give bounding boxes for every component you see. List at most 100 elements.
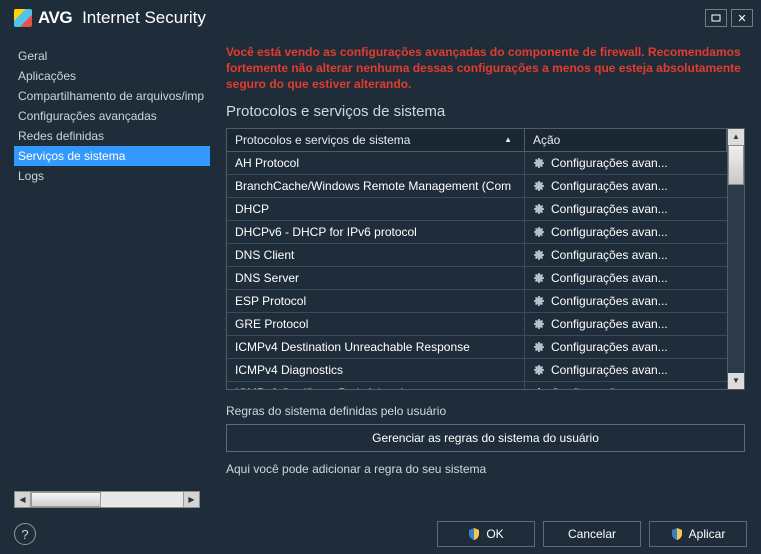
protocol-name-cell: AH Protocol	[227, 152, 525, 174]
action-cell[interactable]: Configurações avan...	[525, 313, 727, 335]
table-row[interactable]: ESP ProtocolConfigurações avan...	[227, 290, 727, 313]
sidebar-item[interactable]: Configurações avançadas	[14, 106, 210, 126]
protocol-name-cell: ICMPv6 Certificate Path Advertisement	[227, 382, 525, 389]
sidebar-item[interactable]: Geral	[14, 46, 210, 66]
action-cell[interactable]: Configurações avan...	[525, 152, 727, 174]
table-row[interactable]: AH Protocol Configurações avan...	[227, 152, 727, 175]
action-cell[interactable]: Configurações avan...	[525, 175, 727, 197]
gear-icon	[533, 180, 545, 192]
ok-button[interactable]: OK	[437, 521, 535, 547]
gear-icon	[533, 364, 545, 376]
scroll-thumb[interactable]	[728, 145, 744, 185]
action-label: Configurações avan...	[551, 248, 668, 262]
action-cell[interactable]: Configurações avan...	[525, 382, 727, 389]
sidebar-item[interactable]: Serviços de sistema	[14, 146, 210, 166]
minimize-button[interactable]	[705, 9, 727, 27]
protocol-name-cell: GRE Protocol	[227, 313, 525, 335]
product-name: Internet Security	[82, 8, 206, 28]
protocol-name-cell: DHCPv6 - DHCP for IPv6 protocol	[227, 221, 525, 243]
table-row[interactable]: DHCPv6 - DHCP for IPv6 protocol Configura…	[227, 221, 727, 244]
action-cell[interactable]: Configurações avan...	[525, 290, 727, 312]
sidebar-item[interactable]: Aplicações	[14, 66, 210, 86]
column-header-action[interactable]: Ação	[525, 129, 727, 151]
gear-icon	[533, 341, 545, 353]
action-label: Configurações avan...	[551, 363, 668, 377]
action-cell[interactable]: Configurações avan...	[525, 267, 727, 289]
protocol-name-cell: BranchCache/Windows Remote Management (C…	[227, 175, 525, 197]
sidebar-horizontal-scrollbar[interactable]: ◀ ▶	[14, 491, 200, 508]
sidebar-item[interactable]: Logs	[14, 166, 210, 186]
action-cell[interactable]: Configurações avan...	[525, 244, 727, 266]
gear-icon	[533, 295, 545, 307]
ok-label: OK	[486, 527, 503, 541]
column-header-label: Protocolos e serviços de sistema	[235, 133, 410, 147]
gear-icon	[533, 387, 545, 389]
gear-icon	[533, 226, 545, 238]
shield-icon	[671, 528, 683, 540]
footer: ? OK Cancelar Aplicar	[0, 514, 761, 554]
protocol-name-cell: DNS Server	[227, 267, 525, 289]
gear-icon	[533, 272, 545, 284]
scroll-left-button[interactable]: ◀	[15, 492, 31, 507]
sidebar-item[interactable]: Redes definidas	[14, 126, 210, 146]
apply-label: Aplicar	[689, 527, 726, 541]
hint-text: Aqui você pode adicionar a regra do seu …	[226, 462, 745, 476]
scroll-down-button[interactable]: ▼	[728, 373, 744, 389]
table-row[interactable]: DNS Server Configurações avan...	[227, 267, 727, 290]
gear-icon	[533, 249, 545, 261]
table-row[interactable]: ICMPv4 Destination Unreachable Response C…	[227, 336, 727, 359]
gear-icon	[533, 157, 545, 169]
protocol-name-cell: DHCP	[227, 198, 525, 220]
action-cell[interactable]: Configurações avan...	[525, 221, 727, 243]
scroll-track[interactable]	[728, 145, 744, 373]
table-row[interactable]: DHCP Configurações avan...	[227, 198, 727, 221]
shield-icon	[468, 528, 480, 540]
action-label: Configurações avan...	[551, 386, 668, 389]
action-label: Configurações avan...	[551, 225, 668, 239]
apply-button[interactable]: Aplicar	[649, 521, 747, 547]
help-icon[interactable]: ?	[14, 523, 36, 545]
action-label: Configurações avan...	[551, 340, 668, 354]
column-header-label: Ação	[533, 133, 560, 147]
table-row[interactable]: DNS Client Configurações avan...	[227, 244, 727, 267]
protocols-table: Protocolos e serviços de sistema ▲ Ação …	[226, 128, 745, 390]
sort-asc-icon: ▲	[504, 135, 512, 144]
action-label: Configurações avan...	[551, 156, 668, 170]
table-row[interactable]: ICMPv4 Diagnostics Configurações avan...	[227, 359, 727, 382]
scroll-thumb[interactable]	[31, 492, 101, 507]
protocol-name-cell: ICMPv4 Diagnostics	[227, 359, 525, 381]
section-title: Protocolos e serviços de sistema	[226, 103, 745, 120]
scroll-track[interactable]	[31, 492, 183, 507]
table-row[interactable]: ICMPv6 Certificate Path Advertisement Con…	[227, 382, 727, 389]
column-header-protocol[interactable]: Protocolos e serviços de sistema ▲	[227, 129, 525, 151]
action-label: Configurações avan...	[551, 271, 668, 285]
table-vertical-scrollbar[interactable]: ▲ ▼	[727, 129, 744, 389]
gear-icon	[533, 318, 545, 330]
table-row[interactable]: GRE Protocol Configurações avan...	[227, 313, 727, 336]
warning-text: Você está vendo as configurações avançad…	[226, 44, 745, 93]
brand-name: AVG	[38, 8, 72, 28]
action-label: Configurações avan...	[551, 294, 668, 308]
scroll-right-button[interactable]: ▶	[183, 492, 199, 507]
protocol-name-cell: ICMPv4 Destination Unreachable Response	[227, 336, 525, 358]
logo-icon	[14, 9, 32, 27]
gear-icon	[533, 203, 545, 215]
action-label: Configurações avan...	[551, 317, 668, 331]
user-rules-label: Regras do sistema definidas pelo usuário	[226, 404, 745, 418]
protocol-name-cell: DNS Client	[227, 244, 525, 266]
manage-user-rules-button[interactable]: Gerenciar as regras do sistema do usuári…	[226, 424, 745, 452]
cancel-label: Cancelar	[568, 527, 616, 541]
action-label: Configurações avan...	[551, 202, 668, 216]
cancel-button[interactable]: Cancelar	[543, 521, 641, 547]
action-cell[interactable]: Configurações avan...	[525, 198, 727, 220]
table-row[interactable]: BranchCache/Windows Remote Management (C…	[227, 175, 727, 198]
action-cell[interactable]: Configurações avan...	[525, 336, 727, 358]
close-button[interactable]: ✕	[731, 9, 753, 27]
scroll-up-button[interactable]: ▲	[728, 129, 744, 145]
sidebar-item[interactable]: Compartilhamento de arquivos/imp	[14, 86, 210, 106]
content-pane: Você está vendo as configurações avançad…	[210, 36, 761, 514]
title-bar: AVG Internet Security ✕	[0, 0, 761, 36]
app-logo: AVG Internet Security	[14, 8, 206, 28]
action-label: Configurações avan...	[551, 179, 668, 193]
action-cell[interactable]: Configurações avan...	[525, 359, 727, 381]
